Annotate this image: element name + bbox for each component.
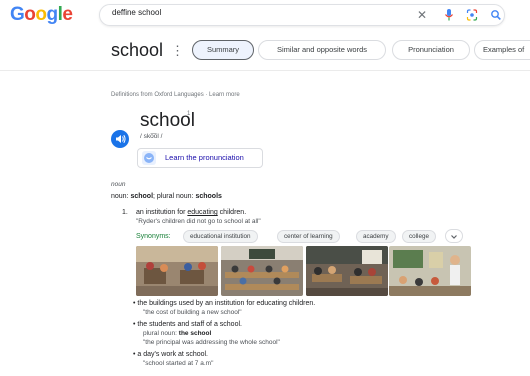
forms-prefix: noun: [111,193,131,200]
forms-separator: ; plural noun: [153,193,196,200]
search-input[interactable] [112,8,372,17]
definition-text: children. [217,209,247,216]
learn-pronunciation-label: Learn the pronunciation [165,153,244,162]
source-attribution[interactable]: Definitions from Oxford Languages · Lear… [111,92,240,98]
tab-pronunciation[interactable]: Pronunciation [392,40,470,60]
classroom-image[interactable] [221,246,303,296]
forms-word: school [130,193,154,200]
logo-letter: e [62,4,73,25]
divider [0,70,530,71]
sense-number: 1. [122,209,128,216]
expand-synonyms-button[interactable] [445,229,463,243]
more-options-icon[interactable]: ⋮ [171,43,184,59]
synonym-chip[interactable]: college [402,230,436,243]
logo-letter: g [46,4,59,25]
lens-icon[interactable] [466,8,478,22]
speaker-icon [116,134,126,144]
pronunciation-icon [141,150,157,166]
logo-letter: G [10,4,25,25]
definition-text: an institution for [136,209,188,216]
noun-forms: noun: school; plural noun: schools [111,193,222,200]
close-icon[interactable]: ✕ [417,8,427,22]
logo-letter: o [24,4,36,25]
subsense-1-example: "the cost of building a new school" [143,309,242,316]
plural-label: plural noun: [143,330,179,337]
tab-similar-opposite-words[interactable]: Similar and opposite words [258,40,386,60]
google-logo[interactable]: Google [10,4,73,26]
tab-summary[interactable]: Summary [192,40,254,60]
term-title: school [111,40,164,60]
phonetic-spelling: / sko͞ol / [140,133,163,140]
speaker-button[interactable] [111,130,129,148]
subsense-3-example: "school started at 7 a.m" [143,360,214,367]
synonyms-label: Synonyms: [136,233,171,240]
synonym-chip[interactable]: academy [356,230,396,243]
forms-plural: schools [195,193,222,200]
subsense-text: a day's work at school. [137,351,208,358]
synonym-chip[interactable]: center of learning [277,230,340,243]
subsense-1-definition: • the buildings used by an institution f… [133,300,316,307]
synonym-chip[interactable]: educational institution [183,230,258,243]
subsense-text: the buildings used by an institution for… [137,300,316,307]
mic-icon[interactable] [443,8,455,22]
headword-superscript: 1 [187,111,191,117]
part-of-speech: noun [111,181,126,188]
sense-example: "Ryder's children did not go to school a… [136,218,261,225]
search-icon[interactable] [490,8,502,22]
subsense-text: the students and staff of a school. [137,321,242,328]
logo-letter: o [35,4,47,25]
learn-pronunciation-button[interactable]: Learn the pronunciation [137,148,263,168]
subsense-2-plural: plural noun: the school [143,330,211,337]
classroom-image[interactable] [389,246,471,296]
chevron-down-icon [451,235,457,239]
subsense-2-example: "the principal was addressing the whole … [143,339,280,346]
tab-examples[interactable]: Examples of [474,40,530,60]
search-bar: ✕ [99,4,505,26]
classroom-image[interactable] [306,246,388,296]
subsense-2-definition: • the students and staff of a school. [133,321,242,328]
definition-link[interactable]: educating [187,209,217,216]
sense-definition: an institution for educating children. [136,209,246,216]
plural-form: the school [178,330,212,337]
classroom-image[interactable] [136,246,218,296]
subsense-3-definition: • a day's work at school. [133,351,208,358]
